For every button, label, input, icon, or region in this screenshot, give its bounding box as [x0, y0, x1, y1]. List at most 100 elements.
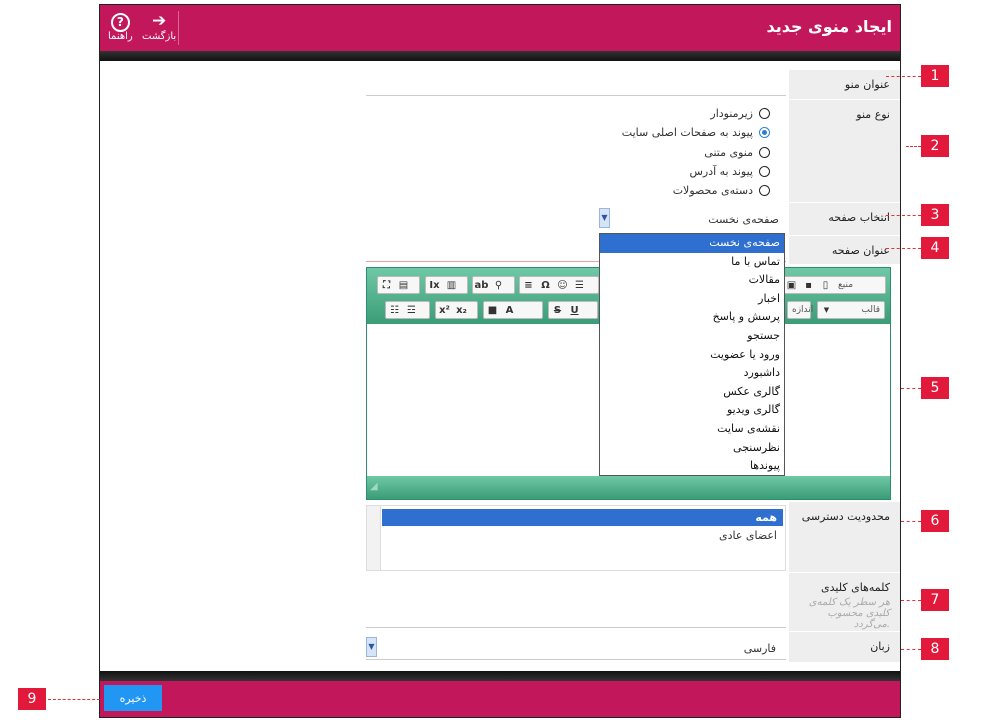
callout-badge: 5	[921, 377, 949, 399]
bulleted-list-icon[interactable]: ☷	[386, 305, 403, 316]
dropdown-option[interactable]: گالری عکس	[600, 383, 784, 402]
keywords-hint: هر سطر یک کلمه‌ی کلیدی محسوب می‌گردد.	[808, 597, 890, 630]
callout-badge: 3	[921, 204, 949, 226]
callout-leader	[886, 76, 921, 77]
radio-button-selected[interactable]	[759, 126, 770, 138]
page-select[interactable]: صفحه‌ی نخست ▼	[599, 208, 785, 230]
underline-icon[interactable]: U	[566, 305, 583, 316]
show-blocks-icon[interactable]: ▤	[395, 280, 412, 291]
dropdown-option[interactable]: نظرسنجی	[600, 439, 784, 458]
remove-format-icon[interactable]: Ix	[426, 280, 443, 291]
dropdown-option[interactable]: گالری ویدیو	[600, 401, 784, 420]
size-dropdown-label: اندازه	[792, 305, 814, 315]
subscript-icon[interactable]: x₂	[453, 305, 470, 316]
menu-type-option-label: پیوند به آدرس	[689, 164, 753, 178]
save-button[interactable]: ذخیره	[104, 685, 162, 711]
dropdown-option[interactable]: داشبورد	[600, 364, 784, 383]
dropdown-option[interactable]: اخبار	[600, 290, 784, 309]
horizontal-rule-icon[interactable]: ☰	[571, 280, 588, 291]
format-dropdown[interactable]: ▼ قالب	[817, 301, 885, 319]
radio-button[interactable]	[759, 107, 770, 119]
help-label: راهنما	[108, 31, 133, 42]
callout-badge: 4	[921, 237, 949, 259]
dropdown-option[interactable]: تماس با ما	[600, 253, 784, 272]
back-button[interactable]: ➔ بازگشت	[142, 11, 176, 42]
blockquote-icon[interactable]: ≡	[520, 280, 537, 291]
special-char-icon[interactable]: Ω	[537, 280, 554, 291]
keywords-textarea[interactable]	[366, 577, 786, 628]
back-label: بازگشت	[142, 31, 177, 42]
replace-icon[interactable]: ab	[473, 280, 490, 291]
list-item[interactable]: اعضای عادی	[382, 527, 783, 544]
toolbar-group-find: ab ⚲	[472, 276, 515, 294]
paste-text-icon[interactable]: ▥	[443, 280, 460, 291]
header-shadow-bar	[100, 51, 900, 61]
scrollbar[interactable]	[367, 506, 381, 570]
callout-badge: 2	[921, 135, 949, 157]
dropdown-option[interactable]: مقالات	[600, 271, 784, 290]
access-listbox[interactable]: همه اعضای عادی	[366, 505, 786, 571]
chevron-down-icon[interactable]: ▼	[366, 637, 377, 657]
radio-button[interactable]	[759, 165, 770, 177]
save-icon[interactable]: ▪	[800, 280, 817, 291]
menu-type-option[interactable]: دسته‌ی محصولات	[673, 181, 770, 199]
toolbar-group-style: SU	[548, 301, 598, 319]
numbered-list-icon[interactable]: ☲	[403, 305, 420, 316]
callout-leader	[906, 146, 921, 147]
new-page-icon[interactable]: ▯	[817, 280, 834, 291]
page-title-label: عنوان صفحه	[789, 236, 900, 264]
language-select[interactable]: فارسی ▼	[366, 637, 786, 660]
menu-title-input[interactable]	[366, 75, 786, 96]
page-footer: ذخیره	[100, 681, 900, 717]
toolbar-group-lists: ☷ ☲	[385, 301, 430, 319]
menu-type-option-label: دسته‌ی محصولات	[672, 183, 753, 197]
size-dropdown[interactable]: اندازه	[787, 301, 813, 319]
search-icon[interactable]: ⚲	[490, 280, 507, 291]
chevron-down-icon[interactable]: ▼	[599, 208, 610, 228]
superscript-icon[interactable]: x²	[436, 305, 453, 316]
page-select-label-text: انتخاب صفحه	[828, 211, 890, 224]
header-divider	[178, 11, 179, 45]
menu-type-option-label: پیوند به صفحات اصلی سایت	[621, 125, 753, 139]
dropdown-option[interactable]: صفحه‌ی نخست	[600, 234, 784, 253]
background-color-icon[interactable]: ■	[484, 305, 501, 316]
list-item[interactable]: همه	[382, 509, 783, 526]
help-button[interactable]: ? راهنما	[108, 11, 133, 42]
toolbar-group-document: ▣ ▪ ▯ منبع	[782, 276, 886, 294]
menu-type-option[interactable]: پیوند به صفحات اصلی سایت	[622, 123, 770, 141]
language-label: زبان	[789, 632, 900, 662]
dropdown-option[interactable]: جستجو	[600, 327, 784, 346]
menu-type-option-label: منوی متنی	[704, 145, 753, 159]
text-color-icon[interactable]: A	[501, 305, 518, 316]
format-dropdown-label: قالب	[861, 305, 880, 315]
keywords-label-text: کلمه‌های کلیدی	[821, 581, 890, 594]
maximize-icon[interactable]: ⛶	[378, 280, 395, 291]
templates-icon[interactable]: ▣	[783, 280, 800, 291]
dropdown-option[interactable]: پرسش و پاسخ	[600, 308, 784, 327]
page-header: ایجاد منوی جدید ➔ بازگشت ? راهنما	[100, 5, 900, 51]
menu-type-option[interactable]: زیرمنودار	[710, 104, 770, 122]
strikethrough-icon[interactable]: S	[549, 305, 566, 316]
menu-type-option[interactable]: پیوند به آدرس	[689, 162, 770, 180]
menu-type-option[interactable]: منوی متنی	[704, 143, 770, 161]
page-select-value: صفحه‌ی نخست	[708, 213, 779, 226]
smiley-icon[interactable]: ☺	[554, 280, 571, 291]
menu-title-label-text: عنوان منو	[844, 78, 890, 91]
editor-status-bar: ◢	[367, 476, 890, 499]
page-select-label: انتخاب صفحه	[789, 203, 900, 235]
callout-badge: 8	[921, 638, 949, 660]
callout-leader	[48, 699, 100, 700]
resize-handle-icon[interactable]: ◢	[370, 481, 378, 492]
dropdown-option[interactable]: پیوندها	[600, 457, 784, 475]
language-label-text: زبان	[870, 640, 890, 653]
menu-type-option-label: زیرمنودار	[710, 106, 753, 120]
toolbar-group-script: x² x₂	[435, 301, 478, 319]
menu-type-label: نوع منو	[789, 100, 900, 202]
radio-button[interactable]	[759, 184, 770, 196]
radio-button[interactable]	[759, 146, 770, 158]
chevron-down-icon: ▼	[823, 306, 830, 314]
source-button[interactable]: منبع	[834, 280, 857, 290]
dropdown-option[interactable]: ورود یا عضویت	[600, 346, 784, 365]
dropdown-option[interactable]: نقشه‌ی سایت	[600, 420, 784, 439]
page-select-dropdown[interactable]: صفحه‌ی نخست تماس با ما مقالات اخبار پرسش…	[599, 233, 785, 476]
